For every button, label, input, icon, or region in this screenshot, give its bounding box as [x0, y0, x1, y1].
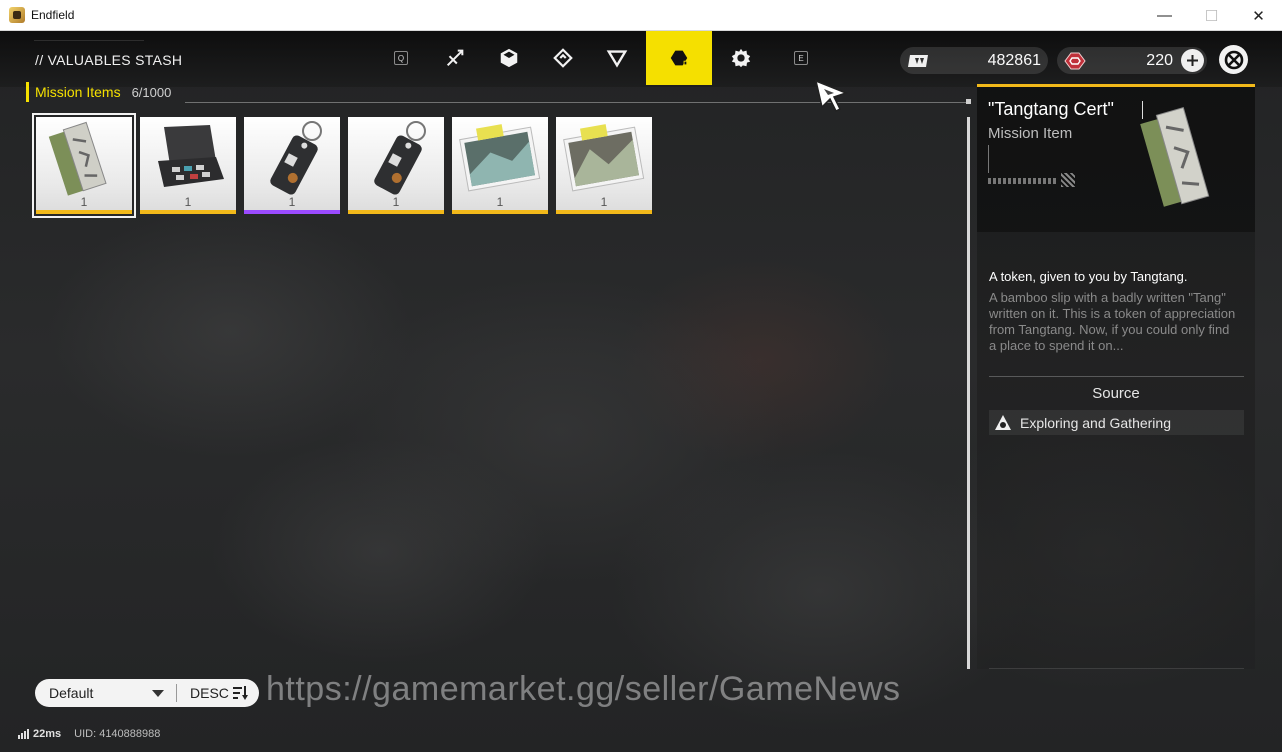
- detail-bottom-line: [989, 668, 1244, 669]
- status-footer: 22ms UID: 4140888988: [18, 728, 160, 740]
- minimize-button[interactable]: —: [1141, 0, 1188, 31]
- photo-icon: [459, 124, 541, 192]
- sort-order-toggle[interactable]: DESC: [177, 685, 249, 701]
- category-header: Mission Items 6/1000: [26, 82, 171, 102]
- toolbox-icon: [158, 125, 224, 187]
- category-divider: [185, 102, 970, 103]
- detail-item-name: "Tangtang Cert": [988, 99, 1114, 119]
- source-label: Exploring and Gathering: [1020, 414, 1171, 431]
- photo-icon: [563, 124, 645, 192]
- item-slot-toolbox[interactable]: 1: [140, 117, 236, 214]
- source-entry[interactable]: Exploring and Gathering: [989, 410, 1244, 435]
- window-controls: — ☐ ✕: [1141, 0, 1282, 31]
- credits-value: 482861: [987, 51, 1041, 69]
- detail-header: "Tangtang Cert" Mission Item: [977, 87, 1255, 232]
- window-titlebar: Endfield — ☐ ✕: [0, 0, 1282, 31]
- item-slot-tangtang-cert[interactable]: 1: [32, 113, 136, 218]
- item-quantity: 1: [600, 195, 608, 209]
- scroll-track[interactable]: [967, 117, 970, 669]
- tab-consumables[interactable]: [590, 31, 644, 85]
- cube-icon: [500, 48, 518, 68]
- page-title: // VALUABLES STASH: [35, 52, 183, 68]
- description-divider: [989, 376, 1244, 377]
- item-quantity: 1: [80, 195, 88, 209]
- item-quantity: 1: [184, 195, 192, 209]
- decorative-barcode: [988, 178, 1056, 184]
- weapon-icon: [446, 49, 464, 67]
- game-view: // VALUABLES STASH Q E 482861 220 Missio…: [0, 31, 1282, 752]
- watermark-text: https://gamemarket.gg/seller/GameNews: [266, 670, 901, 708]
- mouse-cursor-icon: [814, 79, 848, 113]
- keychain-tag-icon: [374, 121, 426, 195]
- source-heading: Source: [1092, 385, 1140, 402]
- sort-mode-label: Default: [49, 685, 94, 701]
- app-icon: [9, 7, 25, 23]
- tab-gear[interactable]: [536, 31, 590, 85]
- category-count: 6/1000: [131, 84, 172, 100]
- user-id: UID: 4140888988: [74, 728, 161, 740]
- mission-item-icon: [670, 50, 688, 66]
- origeometry-icon: [1064, 52, 1086, 70]
- diamond-arrow-icon: [553, 48, 573, 68]
- category-tabs: Q E: [388, 31, 808, 85]
- next-tab-key-hint: E: [794, 51, 808, 65]
- category-label: Mission Items: [35, 84, 121, 100]
- bamboo-slip-large-icon: [1140, 106, 1210, 207]
- add-currency-button[interactable]: [1181, 49, 1204, 72]
- sort-mode-dropdown[interactable]: Default: [35, 685, 176, 701]
- triangle-icon: [606, 50, 628, 68]
- window-title: Endfield: [31, 8, 75, 22]
- description-title: A token, given to you by Tangtang.: [989, 269, 1188, 284]
- tab-materials[interactable]: [482, 31, 536, 85]
- sort-descending-icon: [232, 686, 248, 700]
- keychain-tag-icon: [270, 121, 322, 195]
- category-divider-end: [966, 99, 971, 104]
- chevron-down-icon: [152, 689, 164, 697]
- close-stash-button[interactable]: [1219, 45, 1248, 74]
- close-window-button[interactable]: ✕: [1235, 0, 1282, 31]
- ping-value: 22ms: [33, 728, 62, 740]
- item-quantity: 1: [288, 195, 296, 209]
- item-quantity: 1: [392, 195, 400, 209]
- rarity-bar: [140, 210, 236, 214]
- rarity-bar: [36, 210, 132, 214]
- plus-icon: [1187, 55, 1198, 66]
- tab-mission-items[interactable]: [646, 31, 712, 85]
- close-icon: [1224, 50, 1243, 69]
- tab-weapons[interactable]: [428, 31, 482, 85]
- item-slot-photo-2[interactable]: 1: [556, 117, 652, 214]
- exploring-gathering-icon: [995, 414, 1011, 430]
- maximize-button[interactable]: ☐: [1188, 0, 1235, 31]
- item-slot-keychain-tag-2[interactable]: 1: [348, 117, 444, 214]
- tab-settings[interactable]: [714, 31, 768, 85]
- item-grid: 1 1 1 1 1 1: [32, 113, 652, 218]
- item-quantity: 1: [496, 195, 504, 209]
- bamboo-slip-icon: [48, 121, 107, 196]
- item-slot-keychain-tag[interactable]: 1: [244, 117, 340, 214]
- prev-tab-key-hint: Q: [394, 51, 408, 65]
- rarity-bar: [244, 210, 340, 214]
- item-detail-panel: "Tangtang Cert" Mission Item A token, gi…: [977, 84, 1255, 669]
- detail-item-type: Mission Item: [988, 125, 1073, 142]
- rarity-bar: [348, 210, 444, 214]
- decorative-qr-icon: [1061, 173, 1075, 187]
- currency-credits: 482861: [900, 47, 1048, 74]
- sort-control: Default DESC: [35, 679, 259, 707]
- gear-icon: [731, 48, 751, 68]
- category-accent: [26, 82, 29, 102]
- currency-origeometry: 220: [1057, 47, 1207, 74]
- sort-order-label: DESC: [190, 685, 229, 701]
- credit-icon: [907, 52, 929, 70]
- rarity-bar: [556, 210, 652, 214]
- decorative-line: [988, 145, 989, 173]
- item-slot-photo-1[interactable]: 1: [452, 117, 548, 214]
- rarity-bar: [452, 210, 548, 214]
- signal-icon: [18, 729, 29, 739]
- description-body: A bamboo slip with a badly written "Tang…: [989, 290, 1236, 353]
